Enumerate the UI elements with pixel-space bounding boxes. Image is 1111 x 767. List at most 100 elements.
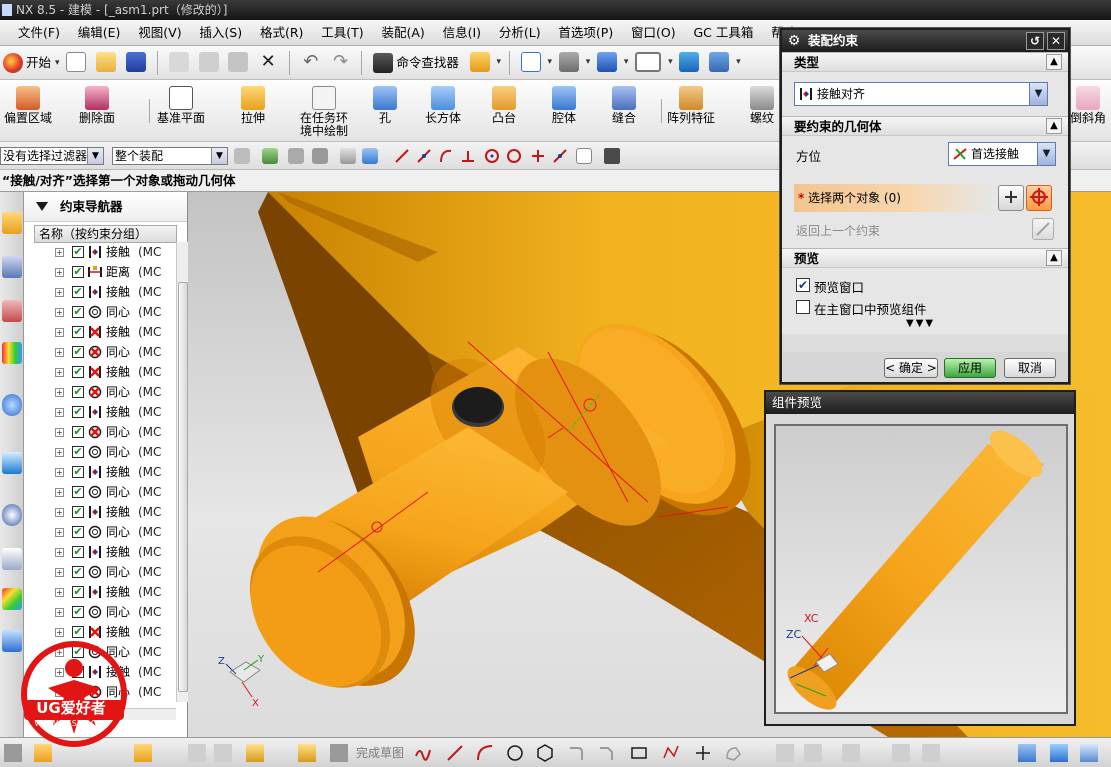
component-icon[interactable] xyxy=(134,744,152,762)
thread-button[interactable]: 螺纹 xyxy=(744,82,780,140)
boss-button[interactable]: 凸台 xyxy=(488,82,520,140)
save-icon[interactable] xyxy=(126,52,147,72)
orientation-dropdown[interactable]: 首选接触 ▼ xyxy=(948,142,1056,166)
hole-button[interactable]: 孔 xyxy=(370,82,400,140)
clock-icon[interactable] xyxy=(2,504,22,526)
extend-icon[interactable] xyxy=(804,744,822,762)
constraint-checkbox[interactable]: ✔ xyxy=(72,546,84,558)
expand-icon[interactable]: + xyxy=(55,348,64,357)
finish-sketch-label[interactable]: 完成草图 xyxy=(356,738,404,767)
type-section-header[interactable]: 类型 ▲ xyxy=(782,52,1068,72)
constraint-checkbox[interactable]: ✔ xyxy=(72,346,84,358)
constraint-navigator-icon[interactable] xyxy=(2,256,22,278)
constraint-row[interactable]: + ✔ 接触 (MC xyxy=(34,362,174,382)
constraint-row[interactable]: + ✔ 同心 (MC xyxy=(34,422,174,442)
constraint-row[interactable]: + ✔ 接触 (MC xyxy=(34,322,174,342)
expand-icon[interactable]: + xyxy=(55,548,64,557)
pocket-button[interactable]: 腔体 xyxy=(548,82,580,140)
add-selection-button[interactable] xyxy=(998,185,1024,211)
existing-point-icon[interactable] xyxy=(530,148,546,164)
sew-button[interactable]: 缝合 xyxy=(608,82,640,140)
copy-icon[interactable] xyxy=(198,52,219,72)
control-point-icon[interactable] xyxy=(438,148,454,164)
chevron-down-icon[interactable]: ▾ xyxy=(668,46,673,78)
constraint-row[interactable]: + ✔ 同心 (MC xyxy=(34,382,174,402)
constraint-row[interactable]: + ✔ 同心 (MC xyxy=(34,302,174,322)
redo-icon[interactable]: ↷ xyxy=(331,52,351,72)
constraint-row[interactable]: + ✔ 接触 (MC xyxy=(34,582,174,602)
expand-icon[interactable]: + xyxy=(55,448,64,457)
chevron-down-icon[interactable]: ▾ xyxy=(736,46,741,78)
cube-select-icon[interactable] xyxy=(362,148,378,164)
trim-icon[interactable] xyxy=(776,744,794,762)
menu-window[interactable]: 窗口(O) xyxy=(624,20,683,46)
expand-icon[interactable]: + xyxy=(55,268,64,277)
menu-edit[interactable]: 编辑(E) xyxy=(71,20,128,46)
new-file-icon[interactable] xyxy=(66,52,87,72)
constraint-row[interactable]: + ✔ 距离 (MC xyxy=(34,262,174,282)
constraint-checkbox[interactable]: ✔ xyxy=(72,246,84,258)
navigator-vertical-scrollbar[interactable] xyxy=(176,242,188,702)
curve-icon[interactable] xyxy=(214,744,232,762)
constraint-checkbox[interactable]: ✔ xyxy=(72,586,84,598)
selection-scope-dropdown[interactable]: 整个装配 ▼ xyxy=(112,147,228,165)
expand-icon[interactable]: + xyxy=(55,408,64,417)
constraint-checkbox[interactable]: ✔ xyxy=(72,626,84,638)
expand-icon[interactable]: + xyxy=(55,588,64,597)
quadrant-point-icon[interactable] xyxy=(506,148,522,164)
gear-icon[interactable]: ⚙ xyxy=(786,33,802,49)
intersection-point-icon[interactable] xyxy=(460,148,476,164)
expand-icon[interactable]: + xyxy=(55,568,64,577)
geometry-section-header[interactable]: 要约束的几何体 ▲ xyxy=(782,116,1068,136)
start-button[interactable]: 开始 ▾ xyxy=(0,47,60,79)
table-icon[interactable] xyxy=(1080,744,1098,762)
chamfer-button[interactable]: 倒斜角 xyxy=(1066,82,1110,140)
pattern-feature-button[interactable]: 阵列特征 xyxy=(664,82,718,140)
expand-icon[interactable]: + xyxy=(55,328,64,337)
constraint-row[interactable]: + ✔ 同心 (MC xyxy=(34,562,174,582)
part-navigator-icon[interactable] xyxy=(2,300,22,322)
chevron-down-icon[interactable]: ▾ xyxy=(586,46,591,78)
component-preview-canvas[interactable]: XC ZC xyxy=(774,424,1068,714)
extrude-button[interactable]: 拉伸 xyxy=(234,82,272,140)
reset-icon[interactable]: ↺ xyxy=(1026,32,1044,50)
constraint-checkbox[interactable]: ✔ xyxy=(72,426,84,438)
constraint-checkbox[interactable]: ✔ xyxy=(72,366,84,378)
expand-more-icon[interactable]: ▼▼▼ xyxy=(906,318,935,329)
preview-section-header[interactable]: 预览 ▲ xyxy=(782,248,1068,268)
constraint-row[interactable]: + ✔ 接触 (MC xyxy=(34,542,174,562)
chevron-up-icon[interactable]: ▲ xyxy=(1046,250,1062,266)
finish-sketch-icon[interactable] xyxy=(330,744,348,762)
offset-region-button[interactable]: 偏置区域 xyxy=(2,82,54,140)
apply-button[interactable]: 应用 xyxy=(944,358,996,378)
layer-icon[interactable] xyxy=(1050,744,1068,762)
expand-icon[interactable]: + xyxy=(55,288,64,297)
studio-spline-icon[interactable] xyxy=(662,744,680,762)
shaded-cube-icon[interactable] xyxy=(597,52,618,72)
constraint-row[interactable]: + ✔ 同心 (MC xyxy=(34,522,174,542)
expand-icon[interactable]: + xyxy=(55,308,64,317)
cube-select-icon[interactable] xyxy=(340,148,356,164)
menu-insert[interactable]: 插入(S) xyxy=(192,20,249,46)
constraint-row[interactable]: + ✔ 接触 (MC xyxy=(34,402,174,422)
system-materials-icon[interactable] xyxy=(2,548,22,570)
open-folder-icon[interactable] xyxy=(96,52,117,72)
delete-icon[interactable]: ✕ xyxy=(258,52,278,72)
expand-icon[interactable]: + xyxy=(55,628,64,637)
reuse-library-icon[interactable] xyxy=(2,342,22,364)
new-sketch-icon[interactable] xyxy=(298,744,316,762)
constraint-row[interactable]: + ✔ 接触 (MC xyxy=(34,462,174,482)
menu-information[interactable]: 信息(I) xyxy=(436,20,488,46)
constraint-checkbox[interactable]: ✔ xyxy=(72,386,84,398)
constraint-checkbox[interactable]: ✔ xyxy=(72,606,84,618)
select-objects-row[interactable]: * 选择两个对象 (0) xyxy=(794,184,992,212)
constraint-checkbox[interactable]: ✔ xyxy=(72,286,84,298)
expand-icon[interactable]: + xyxy=(55,528,64,537)
cut-icon[interactable] xyxy=(168,52,189,72)
rectangle-icon[interactable] xyxy=(630,744,648,762)
expand-icon[interactable]: + xyxy=(55,508,64,517)
background-color-icon[interactable] xyxy=(635,52,662,72)
menu-file[interactable]: 文件(F) xyxy=(0,20,67,46)
view-orient-icon[interactable] xyxy=(558,52,579,72)
snap-point-icon[interactable] xyxy=(262,148,278,164)
